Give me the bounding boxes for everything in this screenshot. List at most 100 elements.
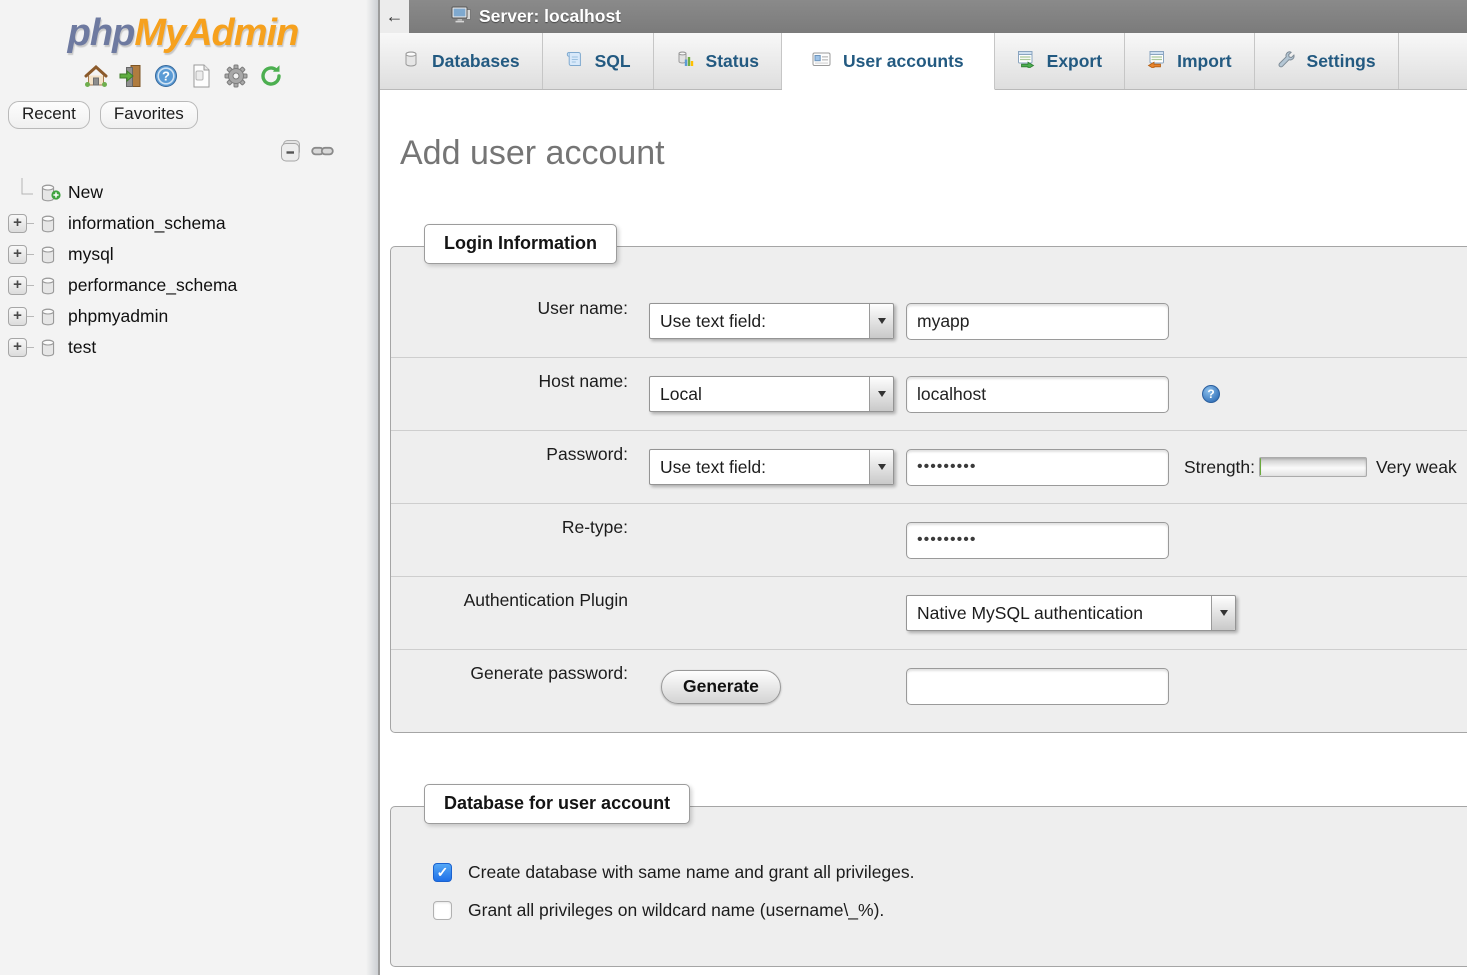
tree-item-performance-schema[interactable]: + performance_schema: [0, 270, 366, 301]
tree-item-label[interactable]: performance_schema: [68, 275, 237, 296]
tree-item-phpmyadmin[interactable]: + phpmyadmin: [0, 301, 366, 332]
tree-stub-line: [27, 223, 34, 224]
tab-label: Settings: [1307, 51, 1376, 72]
password-label: Password:: [391, 431, 628, 465]
main-panel: ← Server: localhost Databases SQL Status: [380, 0, 1467, 975]
link-panel-icon[interactable]: [311, 144, 334, 158]
logo-php-text: php: [68, 12, 135, 54]
password-input[interactable]: [906, 449, 1169, 486]
tab-user-accounts[interactable]: User accounts: [782, 33, 995, 90]
sql-icon: [565, 50, 583, 73]
expand-icon[interactable]: +: [8, 276, 27, 295]
retype-label: Re-type:: [391, 504, 628, 538]
tree-item-label[interactable]: test: [68, 337, 96, 358]
tab-settings[interactable]: Settings: [1255, 33, 1399, 89]
auth-plugin-row: Authentication Plugin Native MySQL authe…: [391, 577, 1467, 650]
documentation-icon[interactable]: [187, 62, 215, 90]
tree-item-new-database[interactable]: New: [0, 177, 366, 208]
server-icon: [451, 6, 472, 28]
expand-icon[interactable]: +: [8, 307, 27, 326]
tree-stub-line: [27, 254, 34, 255]
favorite-tables-button[interactable]: Favorites: [100, 101, 198, 129]
grant-wildcard-checkbox[interactable]: [433, 901, 452, 920]
grant-wildcard-label[interactable]: Grant all privileges on wildcard name (u…: [468, 900, 884, 921]
tree-stub-line: [27, 316, 34, 317]
hostname-type-select[interactable]: Local: [649, 376, 894, 412]
export-icon: [1017, 50, 1035, 73]
username-input[interactable]: [906, 303, 1169, 340]
settings-icon[interactable]: [222, 62, 250, 90]
logout-icon[interactable]: [117, 62, 145, 90]
generate-button[interactable]: Generate: [661, 670, 781, 704]
tab-export[interactable]: Export: [995, 33, 1125, 89]
tab-label: Export: [1047, 51, 1102, 72]
password-type-select[interactable]: Use text field:: [649, 449, 894, 485]
username-type-value: Use text field:: [650, 311, 869, 332]
generate-password-row: Generate password: Generate: [391, 650, 1467, 723]
auth-plugin-value: Native MySQL authentication: [907, 603, 1211, 624]
page-content: Add user account Login Information User …: [380, 134, 1467, 967]
chevron-down-icon: [869, 304, 893, 338]
retype-row: Re-type:: [391, 504, 1467, 577]
sidebar-resize-handle[interactable]: [366, 0, 380, 975]
back-arrow-button[interactable]: ←: [380, 0, 409, 33]
new-database-icon: [38, 183, 58, 203]
quick-access-tabs: Recent Favorites: [8, 101, 366, 129]
expand-icon[interactable]: +: [8, 338, 27, 357]
tab-import[interactable]: Import: [1125, 33, 1254, 89]
grant-wildcard-option[interactable]: Grant all privileges on wildcard name (u…: [433, 900, 1467, 921]
chevron-down-icon: [1211, 596, 1235, 630]
retype-password-input[interactable]: [906, 522, 1169, 559]
database-icon: [38, 214, 58, 234]
tab-status[interactable]: Status: [654, 33, 782, 89]
strength-label: Strength:: [1184, 457, 1255, 478]
tree-item-label[interactable]: phpmyadmin: [68, 306, 168, 327]
server-breadcrumb[interactable]: Server: localhost: [451, 6, 621, 28]
recent-tables-button[interactable]: Recent: [8, 101, 90, 129]
hostname-row: Host name: Local ?: [391, 358, 1467, 431]
hostname-input[interactable]: [906, 376, 1169, 413]
database-icon: [38, 276, 58, 296]
home-icon[interactable]: [82, 62, 110, 90]
database-icon: [38, 245, 58, 265]
tree-item-label[interactable]: New: [68, 182, 103, 203]
tree-item-test[interactable]: + test: [0, 332, 366, 363]
hostname-help-icon[interactable]: ?: [1202, 385, 1220, 403]
page-title: Add user account: [400, 134, 1467, 173]
login-information-fieldset: Login Information User name: Use text fi…: [390, 246, 1467, 733]
auth-plugin-label: Authentication Plugin: [391, 577, 628, 611]
tree-item-mysql[interactable]: + mysql: [0, 239, 366, 270]
database-for-user-fieldset: Database for user account ✓ Create datab…: [390, 806, 1467, 967]
tree-item-label[interactable]: mysql: [68, 244, 114, 265]
expand-icon[interactable]: +: [8, 214, 27, 233]
help-icon[interactable]: ?: [152, 62, 180, 90]
phpmyadmin-logo: phpMyAdmin: [0, 12, 366, 55]
tab-label: User accounts: [843, 51, 964, 72]
logo-myadmin-text: MyAdmin: [134, 12, 298, 54]
create-database-label[interactable]: Create database with same name and grant…: [468, 862, 915, 883]
collapse-all-button[interactable]: [279, 139, 303, 163]
user-accounts-icon: [812, 50, 831, 73]
sidebar-icon-toolbar: ?: [0, 62, 366, 90]
wrench-icon: [1277, 50, 1295, 73]
server-title-text: Server: localhost: [479, 6, 621, 27]
auth-plugin-select[interactable]: Native MySQL authentication: [906, 595, 1236, 631]
tree-item-label[interactable]: information_schema: [68, 213, 226, 234]
database-icon: [38, 307, 58, 327]
strength-meter: [1259, 457, 1367, 477]
tree-item-information-schema[interactable]: + information_schema: [0, 208, 366, 239]
tab-databases[interactable]: Databases: [380, 33, 543, 89]
refresh-icon[interactable]: [257, 62, 285, 90]
database-icon: [38, 338, 58, 358]
expand-icon[interactable]: +: [8, 245, 27, 264]
create-database-checkbox[interactable]: ✓: [433, 863, 452, 882]
databases-icon: [402, 50, 420, 73]
hostname-type-value: Local: [650, 384, 869, 405]
tree-controls: [0, 139, 334, 163]
generated-password-input[interactable]: [906, 668, 1169, 705]
tab-sql[interactable]: SQL: [543, 33, 654, 89]
username-type-select[interactable]: Use text field:: [649, 303, 894, 339]
status-icon: [676, 50, 694, 73]
create-database-option[interactable]: ✓ Create database with same name and gra…: [433, 862, 1467, 883]
strength-value: Very weak: [1376, 457, 1457, 478]
